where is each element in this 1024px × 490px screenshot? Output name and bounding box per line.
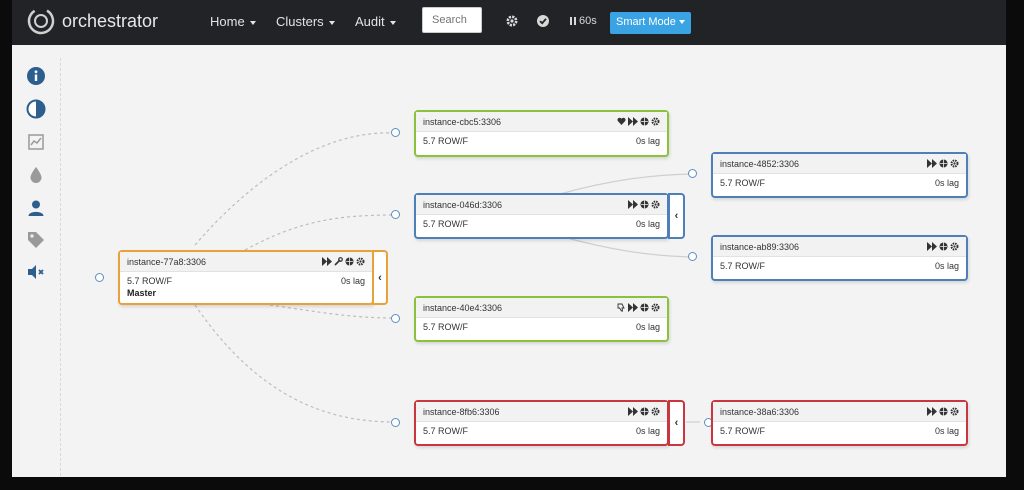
instance-name: instance-ab89:3306 [720, 241, 800, 252]
instance-header: instance-ab89:3306 [713, 237, 966, 257]
instance-header: instance-cbc5:3306 [416, 112, 667, 132]
fast-forward-icon[interactable] [927, 159, 937, 168]
fast-forward-icon[interactable] [927, 407, 937, 416]
instance-header: instance-38a6:3306 [713, 402, 966, 422]
instance-version: 5.7 ROW/F [423, 219, 469, 229]
instance-role: Master [127, 288, 157, 298]
instance-lag: 0s lag [635, 219, 660, 229]
instance-lag: 0s lag [340, 276, 365, 286]
instance-version: 5.7 ROW/F [720, 261, 766, 271]
fast-forward-icon[interactable] [628, 407, 638, 416]
fast-forward-icon[interactable] [628, 117, 638, 126]
link-dot[interactable] [688, 169, 697, 178]
instance-version: 5.7 ROW/F [127, 276, 173, 286]
collapse-tab[interactable]: ‹ [668, 400, 685, 446]
chevron-left-icon: ‹ [674, 210, 679, 222]
collapse-tab[interactable]: ‹ [668, 193, 685, 239]
globe-icon[interactable] [640, 200, 649, 209]
instance-header: instance-40e4:3306 [416, 298, 667, 318]
heart-icon[interactable] [617, 117, 626, 126]
instance-name: instance-38a6:3306 [720, 406, 800, 417]
gear-icon[interactable] [651, 303, 660, 312]
instance-body: 5.7 ROW/F 0s lag [416, 318, 667, 332]
instance-card[interactable]: instance-046d:3306 5.7 ROW/F 0s lag [414, 193, 669, 239]
fast-forward-icon[interactable] [927, 242, 937, 251]
instance-body: 5.7 ROW/F 0s lag [713, 257, 966, 271]
instance-lag: 0s lag [635, 426, 660, 436]
instance-card-master[interactable]: instance-77a8:3306 5.7 ROW/F 0s lag Mast… [118, 250, 374, 305]
instance-header: instance-4852:3306 [713, 154, 966, 174]
link-dot[interactable] [688, 252, 697, 261]
instance-body: 5.7 ROW/F 0s lag [416, 215, 667, 229]
instance-header: instance-77a8:3306 [120, 252, 372, 272]
instance-card[interactable]: instance-40e4:3306 5.7 ROW/F 0s lag [414, 296, 669, 342]
instance-version: 5.7 ROW/F [720, 178, 766, 188]
instance-body: 5.7 ROW/F 0s lag [416, 132, 667, 146]
gear-icon[interactable] [950, 159, 959, 168]
instance-card[interactable]: instance-38a6:3306 5.7 ROW/F 0s lag [711, 400, 968, 446]
link-master-8fb6 [194, 304, 396, 423]
instance-name: instance-4852:3306 [720, 158, 800, 169]
instance-version: 5.7 ROW/F [720, 426, 766, 436]
link-046d-4852 [559, 173, 693, 195]
instance-body: 5.7 ROW/F 0s lag [416, 422, 667, 436]
link-dot[interactable] [391, 314, 400, 323]
gear-icon[interactable] [651, 200, 660, 209]
link-master-40e4 [269, 304, 396, 319]
instance-body: 5.7 ROW/F 0s lag [713, 174, 966, 188]
collapse-tab[interactable]: ‹ [372, 250, 388, 305]
gear-icon[interactable] [356, 257, 365, 266]
link-dot[interactable] [391, 418, 400, 427]
instance-version: 5.7 ROW/F [423, 322, 469, 332]
link-dot[interactable] [391, 128, 400, 137]
instance-version: 5.7 ROW/F [423, 136, 469, 146]
instance-lag: 0s lag [635, 136, 660, 146]
instance-lag: 0s lag [934, 261, 959, 271]
gear-icon[interactable] [651, 117, 660, 126]
instance-card[interactable]: instance-cbc5:3306 5.7 ROW/F 0s lag [414, 110, 669, 157]
instance-name: instance-046d:3306 [423, 199, 503, 210]
instance-body: 5.7 ROW/F 0s lag Master [120, 272, 372, 298]
instance-lag: 0s lag [635, 322, 660, 332]
instance-name: instance-cbc5:3306 [423, 116, 502, 127]
gear-icon[interactable] [950, 242, 959, 251]
gear-icon[interactable] [950, 407, 959, 416]
thumbs-down-icon[interactable] [617, 303, 626, 312]
globe-icon[interactable] [939, 159, 948, 168]
instance-version: 5.7 ROW/F [423, 426, 469, 436]
fast-forward-icon[interactable] [322, 257, 332, 266]
link-master-046d [244, 214, 396, 251]
instance-name: instance-8fb6:3306 [423, 406, 500, 417]
globe-icon[interactable] [345, 257, 354, 266]
link-dot[interactable] [391, 210, 400, 219]
chevron-left-icon: ‹ [378, 271, 382, 284]
instance-lag: 0s lag [934, 426, 959, 436]
gear-icon[interactable] [651, 407, 660, 416]
instance-body: 5.7 ROW/F 0s lag [713, 422, 966, 436]
globe-icon[interactable] [939, 242, 948, 251]
globe-icon[interactable] [640, 303, 649, 312]
instance-card[interactable]: instance-ab89:3306 5.7 ROW/F 0s lag [711, 235, 968, 281]
wrench-icon[interactable] [334, 257, 343, 266]
instance-card[interactable]: instance-4852:3306 5.7 ROW/F 0s lag [711, 152, 968, 198]
instance-lag: 0s lag [934, 178, 959, 188]
globe-icon[interactable] [640, 407, 649, 416]
chevron-left-icon: ‹ [674, 417, 679, 429]
fast-forward-icon[interactable] [628, 303, 638, 312]
link-046d-ab89 [559, 235, 693, 258]
instance-name: instance-40e4:3306 [423, 302, 503, 313]
globe-icon[interactable] [640, 117, 649, 126]
link-dot[interactable] [95, 273, 104, 282]
fast-forward-icon[interactable] [628, 200, 638, 209]
instance-card[interactable]: instance-8fb6:3306 5.7 ROW/F 0s lag [414, 400, 669, 446]
instance-header: instance-8fb6:3306 [416, 402, 667, 422]
globe-icon[interactable] [939, 407, 948, 416]
instance-header: instance-046d:3306 [416, 195, 667, 215]
instance-name: instance-77a8:3306 [127, 256, 207, 267]
